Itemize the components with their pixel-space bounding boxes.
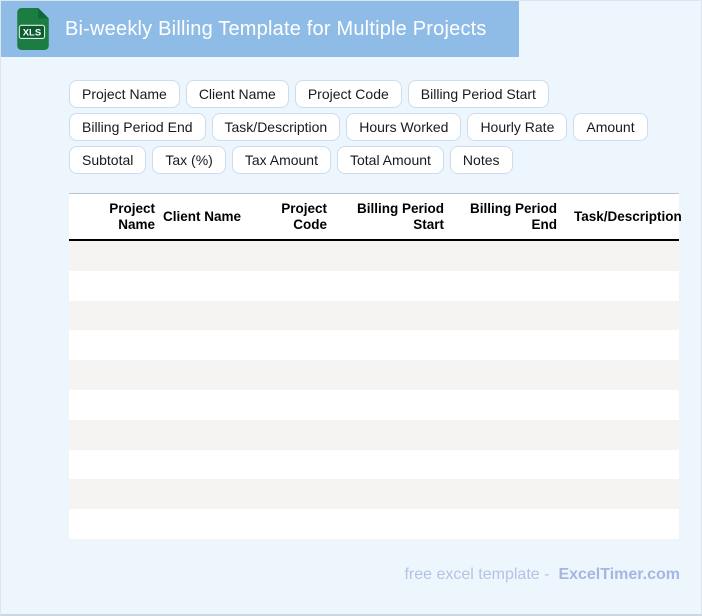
column-header: Project Name bbox=[109, 200, 155, 232]
column-header: Client Name bbox=[162, 208, 241, 224]
page: XLS Bi-weekly Billing Template for Multi… bbox=[0, 0, 702, 616]
field-chip[interactable]: Total Amount bbox=[336, 146, 444, 174]
field-chip[interactable]: Tax (%) bbox=[152, 146, 226, 174]
field-chip[interactable]: Tax Amount bbox=[231, 146, 331, 174]
column-header: Billing Period End bbox=[469, 200, 557, 232]
table-row bbox=[69, 509, 679, 539]
column-header: Project Code bbox=[281, 200, 327, 232]
field-chip[interactable]: Subtotal bbox=[69, 146, 147, 174]
field-chips: Project Name Client Name Project Code Bi… bbox=[1, 80, 701, 174]
footer: free excel template - ExcelTimer.com bbox=[404, 566, 680, 584]
field-chip[interactable]: Client Name bbox=[185, 80, 289, 108]
field-chip[interactable]: Billing Period End bbox=[69, 113, 206, 141]
table-row bbox=[69, 360, 679, 390]
field-chip[interactable]: Hours Worked bbox=[346, 113, 462, 141]
table-row bbox=[69, 419, 679, 450]
field-chip[interactable]: Task/Description bbox=[211, 113, 341, 141]
field-chip[interactable]: Billing Period Start bbox=[407, 80, 549, 108]
field-chip[interactable]: Notes bbox=[449, 146, 513, 174]
table-row bbox=[69, 449, 679, 480]
field-chip[interactable]: Amount bbox=[573, 113, 648, 141]
field-chip[interactable]: Project Name bbox=[69, 80, 180, 108]
table-body bbox=[69, 241, 679, 539]
xls-icon-label: XLS bbox=[23, 27, 41, 38]
field-chip[interactable]: Hourly Rate bbox=[467, 113, 568, 141]
footer-brand-link[interactable]: ExcelTimer.com bbox=[558, 566, 680, 584]
billing-table: Project Name Client Name Project Code Bi… bbox=[69, 193, 682, 539]
table-row bbox=[69, 270, 679, 301]
table-row bbox=[69, 241, 679, 271]
table-row bbox=[69, 479, 679, 510]
column-header: Billing Period Start bbox=[356, 200, 444, 232]
column-header: Task/Description bbox=[574, 208, 682, 224]
table-row bbox=[69, 330, 679, 361]
xls-file-icon: XLS bbox=[16, 8, 50, 50]
table-row bbox=[69, 300, 679, 331]
page-title: Bi-weekly Billing Template for Multiple … bbox=[65, 17, 487, 40]
field-chip[interactable]: Project Code bbox=[294, 80, 402, 108]
app-header: XLS Bi-weekly Billing Template for Multi… bbox=[1, 1, 519, 57]
table-row bbox=[69, 389, 679, 420]
table-header-row: Project Name Client Name Project Code Bi… bbox=[69, 193, 682, 241]
footer-text: free excel template - bbox=[404, 566, 550, 583]
